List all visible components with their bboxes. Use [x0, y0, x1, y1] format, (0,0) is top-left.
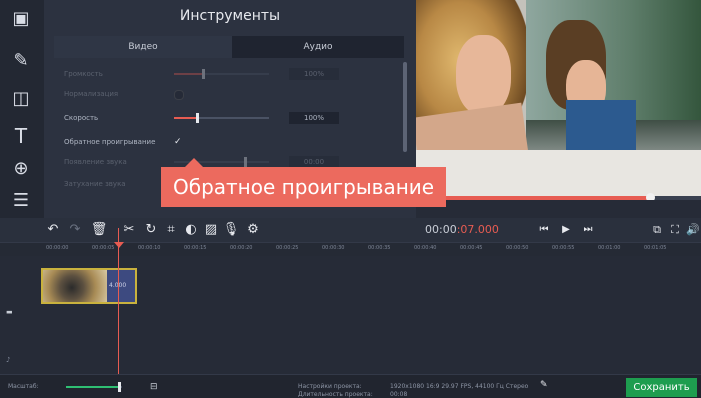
audio-record-icon[interactable]: 🎙 [222, 220, 240, 240]
preview-student-1-face [456, 35, 511, 115]
timeline-tracks[interactable]: 4.000 ▬ ♪ [0, 256, 701, 374]
ruler-tick: 00:00:05 [92, 245, 115, 251]
tools-title: Инструменты [179, 8, 281, 24]
speed-row: Скорость 100% [64, 110, 384, 126]
ruler-tick: 00:00:45 [460, 245, 483, 251]
reverse-label: Обратное проигрывание [64, 138, 156, 146]
video-preview [416, 0, 701, 200]
fullscreen-icon[interactable]: ⛶ [666, 220, 684, 240]
reverse-checkbox[interactable]: ✓ [174, 134, 182, 150]
ruler-tick: 00:00:25 [276, 245, 299, 251]
volume-icon[interactable]: 🔊 [684, 220, 701, 240]
normalize-row: Нормализация [64, 86, 384, 102]
tab-video[interactable]: Видео [54, 36, 232, 58]
external-preview-icon[interactable]: ⧉ [648, 220, 666, 240]
speed-label: Скорость [64, 114, 99, 122]
edit-settings-icon[interactable]: ✎ [540, 373, 548, 397]
left-toolbar: ▣ ✎ ◫ T ⊕ ☰ [0, 0, 44, 220]
transitions-icon[interactable]: ◫ [10, 88, 32, 110]
zoom-label: Масштаб: [8, 383, 39, 390]
ruler-tick: 00:00:10 [138, 245, 161, 251]
playhead[interactable] [118, 228, 119, 374]
volume-label: Громкость [64, 70, 103, 78]
playback-progress-fill [416, 196, 652, 200]
clip-thumbnail [43, 270, 107, 302]
speed-slider[interactable] [174, 113, 269, 123]
play-icon[interactable]: ▶ [557, 220, 575, 240]
color-adjust-icon[interactable]: ◐ [182, 220, 200, 240]
ruler-tick: 00:01:05 [644, 245, 667, 251]
redo-icon[interactable]: ↷ [66, 220, 84, 240]
crop-icon[interactable]: ⌗ [162, 220, 180, 240]
settings-gear-icon[interactable]: ⚙ [244, 220, 262, 240]
callout-tail [185, 158, 203, 167]
normalize-label: Нормализация [64, 90, 119, 98]
speed-field[interactable]: 100% [289, 112, 339, 124]
fit-timeline-icon[interactable]: ⊟ [150, 375, 158, 398]
duration-value: 00:08 [390, 391, 408, 398]
tools-scrollbar[interactable] [403, 62, 407, 152]
duration-label: Длительность проекта: [298, 391, 373, 398]
video-editor-app: ▣ ✎ ◫ T ⊕ ☰ Инструменты Видео Аудио Гром… [0, 0, 701, 398]
callout-text: Обратное проигрывание [173, 175, 435, 199]
ruler-tick: 00:00:35 [368, 245, 391, 251]
ruler-tick: 00:00:00 [46, 245, 69, 251]
previous-frame-icon[interactable]: ⏮ [535, 220, 553, 240]
save-button[interactable]: Сохранить [626, 378, 697, 397]
tools-tabs: Видео Аудио [54, 36, 404, 58]
reverse-row: Обратное проигрывание ✓ [64, 134, 384, 150]
filters-icon[interactable]: ✎ [10, 50, 32, 72]
playhead-handle[interactable] [114, 242, 124, 248]
audio-track-icon: ♪ [6, 356, 11, 364]
project-settings-value: 1920x1080 16:9 29.97 FPS, 44100 Гц Стере… [390, 383, 529, 390]
ruler-tick: 00:01:00 [598, 245, 621, 251]
rotate-icon[interactable]: ↻ [142, 220, 160, 240]
ruler-tick: 00:00:15 [184, 245, 207, 251]
fade-out-label: Затухание звука [64, 180, 126, 188]
zoom-slider[interactable] [66, 382, 122, 392]
timeline-ruler[interactable]: 00:00:00 00:00:05 00:00:10 00:00:15 00:0… [0, 242, 701, 257]
fade-in-label: Появление звука [64, 158, 127, 166]
timecode: 00:00:07.000 [425, 218, 499, 242]
titles-icon[interactable]: T [10, 125, 32, 147]
next-frame-icon[interactable]: ⏭ [579, 220, 597, 240]
more-tools-icon[interactable]: ☰ [10, 190, 32, 212]
import-icon[interactable]: ▣ [10, 8, 32, 30]
volume-row: Громкость 100% [64, 66, 384, 82]
timeline-toolbar: ↶ ↷ 🗑 ✂ ↻ ⌗ ◐ ▨ 🎙 ⚙ 00:00:07.000 ⏮ ▶ ⏭ ⧉… [0, 218, 701, 242]
timecode-fraction: :07.000 [456, 223, 499, 236]
cut-icon[interactable]: ✂ [120, 220, 138, 240]
ruler-tick: 00:00:55 [552, 245, 575, 251]
volume-field[interactable]: 100% [289, 68, 339, 80]
ruler-tick: 00:00:20 [230, 245, 253, 251]
delete-icon[interactable]: 🗑 [90, 220, 108, 240]
reverse-callout: Обратное проигрывание [161, 158, 447, 207]
normalize-toggle[interactable] [174, 90, 184, 100]
video-clip[interactable]: 4.000 [41, 268, 137, 304]
volume-slider[interactable] [174, 69, 269, 79]
ruler-tick: 00:00:30 [322, 245, 345, 251]
playback-progress-knob[interactable] [646, 193, 655, 200]
ruler-tick: 00:00:40 [414, 245, 437, 251]
playback-progress[interactable] [416, 193, 701, 200]
zoom-tool-icon[interactable]: ⊕ [10, 158, 32, 180]
preview-desk [416, 150, 701, 200]
tab-audio[interactable]: Аудио [232, 36, 404, 58]
insert-image-icon[interactable]: ▨ [202, 220, 220, 240]
undo-icon[interactable]: ↶ [44, 220, 62, 240]
ruler-tick: 00:00:50 [506, 245, 529, 251]
video-track-icon: ▬ [6, 308, 13, 316]
status-bar: Масштаб: ⊟ Настройки проекта: 1920x1080 … [0, 374, 701, 398]
timecode-main: 00:00 [425, 223, 457, 236]
